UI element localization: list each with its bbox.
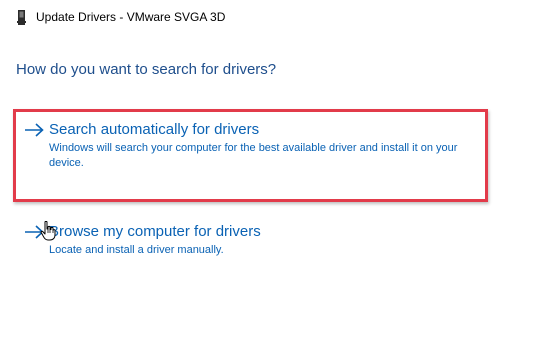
hand-pointer-icon — [40, 221, 56, 241]
page-heading: How do you want to search for drivers? — [16, 61, 277, 78]
browse-computer-title[interactable]: Browse my computer for drivers — [49, 222, 261, 242]
search-automatically-description[interactable]: Windows will search your computer for th… — [49, 141, 479, 171]
device-card-icon — [17, 10, 26, 25]
window-title: Update Drivers - VMware SVGA 3D — [36, 10, 226, 24]
browse-computer-description[interactable]: Locate and install a driver manually. — [49, 243, 479, 258]
arrow-right-icon — [25, 123, 44, 137]
title-bar: Update Drivers - VMware SVGA 3D — [0, 0, 558, 34]
search-automatically-title[interactable]: Search automatically for drivers — [49, 120, 259, 140]
